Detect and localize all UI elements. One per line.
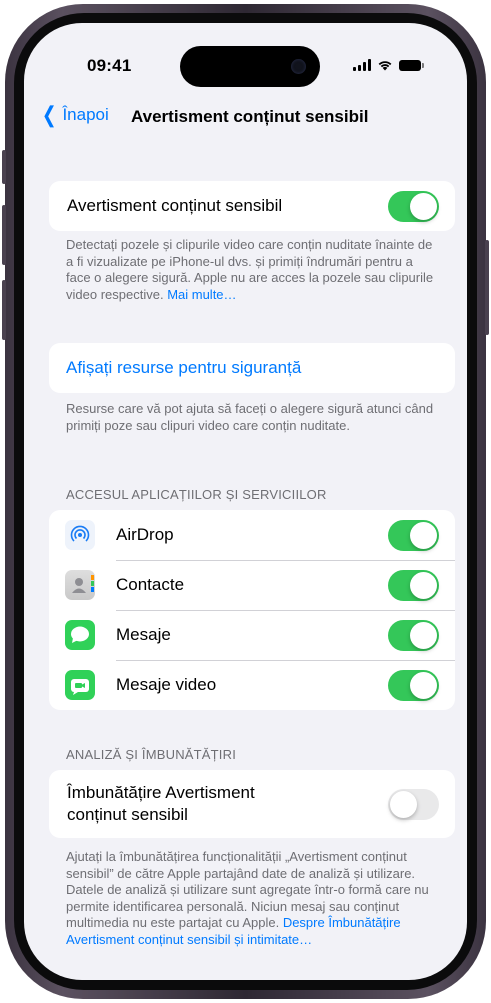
main-toggle-group: Avertisment conținut sensibil xyxy=(49,181,455,231)
volume-up-button xyxy=(2,205,6,265)
analysis-section-header: ANALIZĂ ȘI ÎMBUNĂTĂȚIRI xyxy=(66,747,237,762)
wifi-icon xyxy=(378,61,392,71)
main-toggle-switch[interactable] xyxy=(388,190,439,222)
more-link[interactable]: Mai multe… xyxy=(167,287,236,302)
airdrop-toggle[interactable] xyxy=(388,519,439,551)
status-time: 09:41 xyxy=(87,56,132,75)
page-title: Avertisment conținut sensibil xyxy=(131,107,369,126)
resources-group: Afișați resurse pentru siguranță xyxy=(49,343,455,393)
airdrop-icon xyxy=(65,520,95,550)
video-messages-toggle[interactable] xyxy=(388,669,439,701)
contacts-icon xyxy=(65,570,95,600)
main-footer: Detectați pozele și clipurile video care… xyxy=(66,237,438,303)
power-button xyxy=(485,240,489,335)
analysis-toggle-label: Îmbunătățire Avertisment conținut sensib… xyxy=(67,782,255,826)
cellular-signal-icon xyxy=(353,59,371,71)
facetime-icon xyxy=(65,670,95,700)
battery-icon xyxy=(399,59,424,71)
back-label: Înapoi xyxy=(62,105,109,124)
apps-section-header: ACCESUL APLICAȚIILOR ȘI SERVICIILOR xyxy=(66,487,327,502)
volume-down-button xyxy=(2,280,6,340)
status-icons xyxy=(353,59,424,71)
main-footer-text: Detectați pozele și clipurile video care… xyxy=(66,237,434,302)
main-toggle-label: Avertisment conținut sensibil xyxy=(67,196,283,215)
resources-footer: Resurse care vă pot ajuta să faceți o al… xyxy=(66,401,434,433)
screen: 09:41 ❮ Înapoi Avertisment conținut sens… xyxy=(24,23,467,980)
main-toggle-row: Avertisment conținut sensibil xyxy=(49,181,455,231)
navigation-bar: ❮ Înapoi Avertisment conținut sensibil xyxy=(24,103,467,133)
dynamic-island xyxy=(180,46,320,87)
list-item-airdrop: AirDrop xyxy=(49,510,455,560)
contacts-label: Contacte xyxy=(116,575,185,594)
analysis-footer: Ajutați la îmbunătățirea funcționalități… xyxy=(66,849,438,948)
video-messages-label: Mesaje video xyxy=(116,675,217,694)
analysis-label-line2: conținut sensibil xyxy=(67,805,188,824)
contacts-toggle[interactable] xyxy=(388,569,439,601)
action-button xyxy=(2,150,6,184)
list-item-messages: Mesaje xyxy=(49,610,455,660)
messages-icon xyxy=(65,620,95,650)
chevron-left-icon: ❮ xyxy=(41,102,57,127)
front-camera-icon xyxy=(291,59,306,74)
list-item-contacts: Contacte xyxy=(49,560,455,610)
resources-row[interactable]: Afișați resurse pentru siguranță xyxy=(49,343,455,393)
analysis-toggle[interactable] xyxy=(388,788,439,820)
back-button[interactable]: ❮ Înapoi xyxy=(40,102,109,127)
messages-toggle[interactable] xyxy=(388,619,439,651)
apps-group: AirDrop Contacte Mesaje Mesaje video xyxy=(49,510,455,710)
analysis-toggle-row: Îmbunătățire Avertisment conținut sensib… xyxy=(49,770,455,838)
show-resources-link[interactable]: Afișați resurse pentru siguranță xyxy=(66,358,301,378)
analysis-label-line1: Îmbunătățire Avertisment xyxy=(67,783,255,802)
airdrop-label: AirDrop xyxy=(116,525,174,544)
analysis-group: Îmbunătățire Avertisment conținut sensib… xyxy=(49,770,455,838)
messages-label: Mesaje xyxy=(116,625,171,644)
list-item-video-messages: Mesaje video xyxy=(49,660,455,710)
